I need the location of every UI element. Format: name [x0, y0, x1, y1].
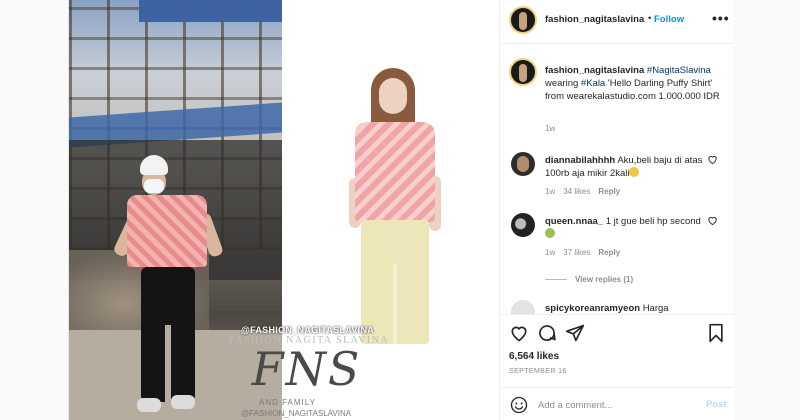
bookmark-icon[interactable] [706, 323, 726, 343]
comment-input[interactable] [538, 397, 688, 413]
watermark-handle: @FASHION_NAGITASLAVINA [241, 325, 375, 335]
pink-shirt [127, 195, 207, 267]
comment-username[interactable]: diannabilahhhh [545, 155, 615, 166]
comment-likes[interactable]: 37 likes [563, 248, 590, 257]
comment-text: diannabilahhhh Aku,beli baju di atas 100… [545, 154, 710, 180]
sweat-emoji-icon [629, 167, 640, 177]
heart-icon[interactable] [707, 215, 718, 226]
post-comment-button[interactable]: Post [706, 399, 727, 410]
face-mask [144, 179, 164, 193]
emoji-smile-icon[interactable] [510, 396, 528, 414]
reply-button[interactable]: Reply [598, 187, 620, 196]
watermark-family: AND FAMILY [259, 398, 316, 407]
grin-emoji-icon [545, 228, 555, 238]
comment-body: Harga [642, 303, 669, 314]
avatar[interactable] [509, 58, 537, 86]
post-caption: fashion_nagitaslavina #NagitaSlavina wea… [500, 44, 734, 134]
sneaker [137, 398, 161, 412]
avatar[interactable] [509, 6, 537, 34]
heart-icon[interactable] [707, 154, 718, 165]
add-comment-bar: Post [500, 387, 734, 420]
comment-username[interactable]: spicykoreanramyeon [545, 303, 640, 314]
hashtag-link[interactable]: #NagitaSlavina [647, 65, 711, 76]
comment-meta: 1w 37 likes Reply [545, 248, 628, 257]
caption-body: wearing [545, 78, 579, 89]
heart-icon[interactable] [509, 323, 529, 343]
product-model [349, 68, 444, 348]
model-face [379, 78, 407, 114]
comment-meta: 1w 34 likes Reply [545, 187, 628, 196]
comment-item: queen.nnaa_ 1 jt gue beli hp second 1w 37… [500, 213, 734, 271]
caption-timestamp[interactable]: 1w [545, 124, 555, 133]
hashtag-link[interactable]: #Kala [581, 78, 605, 89]
instagram-post: @FASHION_NAGITASLAVINA FASHION NAGITA SL… [68, 0, 734, 420]
caption-text: fashion_nagitaslavina #NagitaSlavina wea… [545, 64, 725, 103]
comment-time[interactable]: 1w [545, 248, 555, 257]
comment-text: queen.nnaa_ 1 jt gue beli hp second [545, 215, 710, 241]
comment-item: diannabilahhhh Aku,beli baju di atas 100… [500, 152, 734, 210]
post-header: fashion_nagitaslavina • Follow ••• [500, 0, 734, 44]
comment-time[interactable]: 1w [545, 187, 555, 196]
more-horizontal-icon[interactable]: ••• [712, 10, 730, 26]
share-icon[interactable] [565, 323, 585, 343]
post-date[interactable]: SEPTEMBER 16 [509, 368, 567, 375]
comment-likes[interactable]: 34 likes [563, 187, 590, 196]
puffy-shirt [355, 122, 435, 222]
woman-in-helmet [112, 155, 225, 420]
comment-text: spicykoreanramyeon Harga [545, 302, 710, 314]
avatar[interactable] [511, 300, 535, 314]
comment-body: 1 jt gue beli hp second [605, 216, 701, 227]
comment-item: spicykoreanramyeon Harga [500, 300, 734, 314]
hard-hat [140, 155, 168, 175]
separator-dot: • [648, 13, 652, 24]
view-replies-button[interactable]: View replies (1) [545, 275, 633, 284]
likes-count[interactable]: 6,564 likes [509, 351, 559, 362]
sneaker [171, 395, 195, 409]
header-username[interactable]: fashion_nagitaslavina [545, 14, 644, 25]
post-actions: 6,564 likes SEPTEMBER 16 Post [500, 314, 734, 420]
post-media[interactable]: @FASHION_NAGITASLAVINA FASHION NAGITA SL… [69, 0, 499, 420]
blue-tarp-top [139, 0, 282, 22]
follow-button[interactable]: Follow [654, 14, 684, 25]
watermark-handle-bottom: @FASHION_NAGITASLAVINA [241, 409, 352, 418]
reply-button[interactable]: Reply [598, 248, 620, 257]
comment-icon[interactable] [537, 323, 557, 343]
watermark-logo: FNS [251, 342, 362, 396]
post-side-panel: fashion_nagitaslavina • Follow ••• fashi… [499, 0, 734, 420]
comment-username[interactable]: queen.nnaa_ [545, 216, 603, 227]
caption-username[interactable]: fashion_nagitaslavina [545, 65, 644, 76]
avatar[interactable] [511, 152, 535, 176]
avatar[interactable] [511, 213, 535, 237]
